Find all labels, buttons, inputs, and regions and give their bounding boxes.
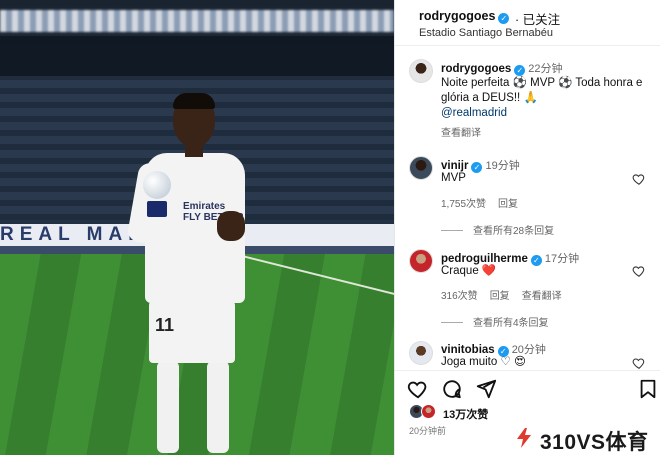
post-action-bar	[395, 370, 660, 404]
comment-text: MVP	[441, 172, 466, 184]
verified-badge-icon: ✓	[471, 162, 483, 173]
header-username[interactable]: rodrygogoes	[419, 9, 495, 23]
comment-reply-link[interactable]: 回复	[490, 291, 510, 302]
comment-like-heart-icon[interactable]	[632, 356, 646, 369]
stadium-lights	[0, 10, 394, 32]
likes-count[interactable]: 13万次赞	[443, 406, 488, 422]
post-timestamp: 20分钟前	[409, 426, 447, 436]
caption-avatar[interactable]	[409, 59, 433, 83]
comment-icon[interactable]	[441, 378, 463, 400]
comment-text: Craque ❤️	[441, 265, 497, 277]
comment-meta: 1,755次赞 回复	[441, 195, 530, 210]
trophy-base	[147, 201, 167, 217]
trophy-ball	[143, 171, 171, 199]
mention-link[interactable]: @realmadrid	[441, 107, 507, 119]
comment-meta: 316次赞 回复 查看翻译	[441, 287, 574, 302]
view-replies-link[interactable]: 查看所有28条回复	[441, 222, 554, 237]
caption-username[interactable]: rodrygogoes	[441, 63, 511, 75]
stadium-roof	[0, 36, 394, 76]
location-link[interactable]: Estadio Santiago Bernabéu	[419, 27, 553, 39]
comment-time: 17分钟	[544, 253, 580, 265]
caption-meta: 查看翻译	[441, 124, 493, 139]
comment-avatar[interactable]	[409, 341, 433, 365]
caption-text: Noite perfeita ⚽ MVP ⚽ Toda honra e glór…	[441, 77, 643, 104]
mvp-trophy	[139, 171, 175, 221]
player-leg-right	[207, 361, 229, 453]
comment-avatar[interactable]	[409, 249, 433, 273]
comment-text: Joga muito ♡ 😍	[441, 356, 526, 368]
header-username-row[interactable]: rodrygogoes ✓	[419, 9, 510, 24]
player-leg-left	[157, 361, 179, 453]
verified-badge-icon: ✓	[514, 65, 526, 76]
caption-translate-link[interactable]: 查看翻译	[441, 128, 481, 139]
verified-badge-icon: ✓	[530, 255, 542, 266]
comment-translate-link[interactable]: 查看翻译	[522, 291, 562, 302]
watermark-text: 310VS体育	[540, 431, 649, 454]
comment-like-heart-icon[interactable]	[632, 264, 646, 278]
bookmark-icon[interactable]	[637, 378, 659, 400]
comment-avatar[interactable]	[409, 156, 433, 180]
comment-like-count[interactable]: 1,755次赞	[441, 199, 486, 210]
post-side-panel: rodrygogoes ✓ · 已关注 Estadio Santiago Bern…	[394, 0, 660, 455]
player-shorts: 11	[149, 301, 235, 363]
caption-header: rodrygogoes ✓ 22分钟	[441, 60, 563, 76]
comment-time: 19分钟	[485, 160, 520, 172]
liker-avatar	[421, 404, 436, 419]
share-icon[interactable]	[475, 378, 497, 400]
follow-status[interactable]: · 已关注	[515, 9, 560, 28]
shorts-number: 11	[155, 315, 175, 335]
caption-time: 22分钟	[528, 63, 563, 75]
post-header: rodrygogoes ✓ · 已关注 Estadio Santiago Bern…	[395, 0, 660, 46]
heart-icon[interactable]	[407, 378, 429, 400]
player-hair	[173, 93, 215, 109]
comment-like-count[interactable]: 316次赞	[441, 291, 478, 302]
verified-badge-icon: ✓	[498, 13, 510, 24]
comment-like-heart-icon[interactable]	[632, 172, 646, 186]
view-replies-link[interactable]: 查看所有4条回复	[441, 314, 549, 329]
comment-reply-link[interactable]: 回复	[498, 199, 518, 210]
brand-logo-icon	[517, 428, 531, 448]
player-figure: 11 Emirates FLY BETTER	[125, 93, 255, 455]
post-photo[interactable]: REAL MADRID 11 Emirates FLY BETTER	[0, 0, 394, 455]
caption-body: Noite perfeita ⚽ MVP ⚽ Toda honra e glór…	[441, 76, 649, 121]
player-arm-right	[217, 211, 245, 241]
